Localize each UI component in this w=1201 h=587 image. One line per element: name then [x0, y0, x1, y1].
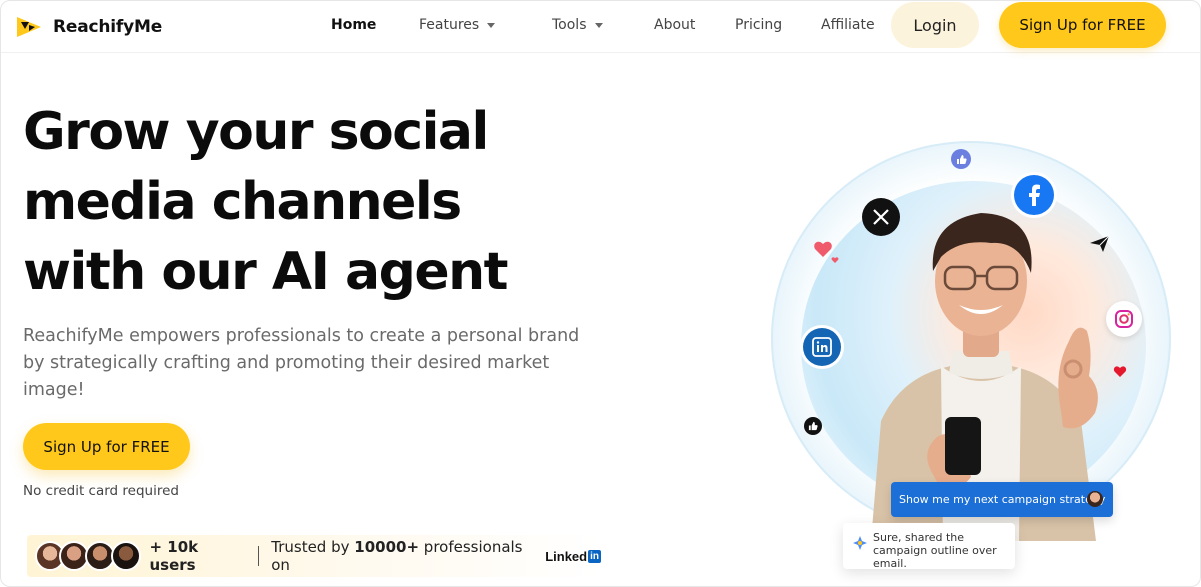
avatar — [1087, 491, 1103, 507]
avatar — [111, 541, 141, 571]
linkedin-logo-in: in — [588, 549, 601, 563]
brand-name: ReachifyMe — [53, 17, 163, 37]
thumbs-up-icon — [951, 149, 971, 169]
linkedin-logo-icon: Linked in — [545, 549, 601, 564]
nav-features-dropdown[interactable]: Features — [419, 17, 496, 33]
hero-description: ReachifyMe empowers professionals to cre… — [23, 326, 580, 400]
divider — [258, 546, 260, 566]
linkedin-icon — [803, 328, 841, 366]
signup-button-header-label: Sign Up for FREE — [1019, 16, 1146, 34]
social-proof-bar: + 10k users Trusted by 10000+ profession… — [27, 535, 601, 577]
nav-tools-label: Tools — [552, 17, 587, 33]
paper-plane-icon — [1089, 235, 1111, 257]
x-twitter-icon — [862, 198, 900, 236]
nav-about-link[interactable]: About — [654, 17, 695, 33]
nav-home-label: Home — [331, 17, 377, 33]
nav-affiliate-link[interactable]: Affiliate — [821, 17, 875, 33]
heart-icon — [1113, 363, 1127, 382]
chevron-down-icon — [487, 23, 496, 28]
chevron-down-icon — [594, 23, 603, 28]
signup-button-hero-label: Sign Up for FREE — [43, 437, 170, 456]
login-button-label: Login — [913, 15, 957, 35]
nav-features-label: Features — [419, 17, 480, 33]
thumbs-up-icon — [804, 417, 822, 435]
trust-count: 10000+ — [354, 538, 420, 556]
chat-ai-reply: Sure, shared the campaign outline over e… — [843, 523, 1015, 570]
nav-about-label: About — [654, 17, 696, 33]
chat-ai-reply-text: Sure, shared the campaign outline over e… — [873, 531, 997, 570]
trust-statement: Trusted by 10000+ professionals on — [271, 538, 537, 574]
ai-agent-icon — [853, 536, 867, 553]
nav-home-link[interactable]: Home — [331, 17, 376, 33]
signup-button-hero[interactable]: Sign Up for FREE — [23, 423, 190, 470]
top-navigation: ReachifyMe Home Features Tools About Pri… — [1, 1, 1200, 53]
hero-headline-line-3: with our AI agent — [23, 242, 509, 302]
nav-affiliate-label: Affiliate — [821, 17, 875, 33]
trust-prefix: Trusted by — [271, 538, 355, 556]
hero-headline: Grow your social media channels with our… — [23, 97, 623, 307]
nav-pricing-label: Pricing — [735, 17, 783, 33]
brand-logo[interactable]: ReachifyMe — [15, 13, 162, 41]
chat-user-message-text: Show me my next campaign strategy — [899, 493, 1106, 506]
reachifyme-logo-icon — [15, 13, 43, 41]
login-button[interactable]: Login — [891, 2, 979, 48]
hero-headline-line-2: media channels — [23, 172, 462, 232]
nav-tools-dropdown[interactable]: Tools — [552, 17, 603, 33]
signup-button-header[interactable]: Sign Up for FREE — [999, 2, 1166, 48]
user-count: + 10k users — [149, 538, 199, 574]
instagram-icon — [1106, 301, 1142, 337]
page: ReachifyMe Home Features Tools About Pri… — [0, 0, 1201, 587]
facebook-icon — [1014, 175, 1054, 215]
no-credit-card-note: No credit card required — [23, 483, 179, 499]
heart-icon — [813, 240, 841, 268]
nav-pricing-link[interactable]: Pricing — [735, 17, 782, 33]
user-avatars — [35, 539, 142, 573]
chat-user-message: Show me my next campaign strategy — [891, 482, 1113, 517]
hero-headline-line-1: Grow your social — [23, 102, 489, 162]
linkedin-logo-word: Linked — [545, 548, 588, 564]
